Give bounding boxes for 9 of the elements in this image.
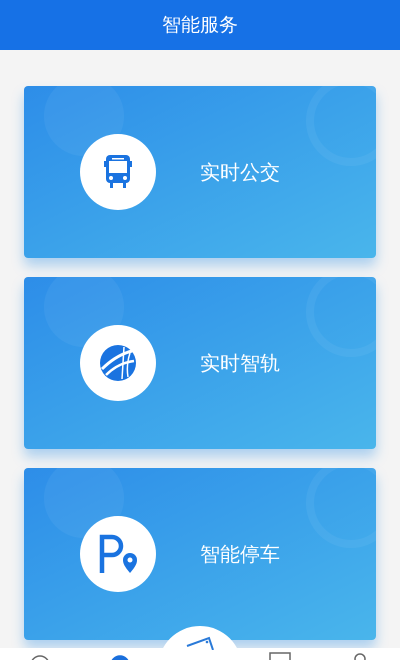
service-label: 智能停车 bbox=[200, 541, 280, 568]
card-icon bbox=[185, 636, 215, 650]
service-card[interactable]: 实时智轨 bbox=[24, 277, 376, 449]
service-card[interactable]: 智能停车 bbox=[24, 468, 376, 640]
page-title: 智能服务 bbox=[162, 12, 238, 38]
service-card[interactable]: 实时公交 bbox=[24, 86, 376, 258]
service-label: 实时公交 bbox=[200, 159, 280, 186]
globe-icon bbox=[98, 343, 138, 383]
service-label: 实时智轨 bbox=[200, 350, 280, 377]
